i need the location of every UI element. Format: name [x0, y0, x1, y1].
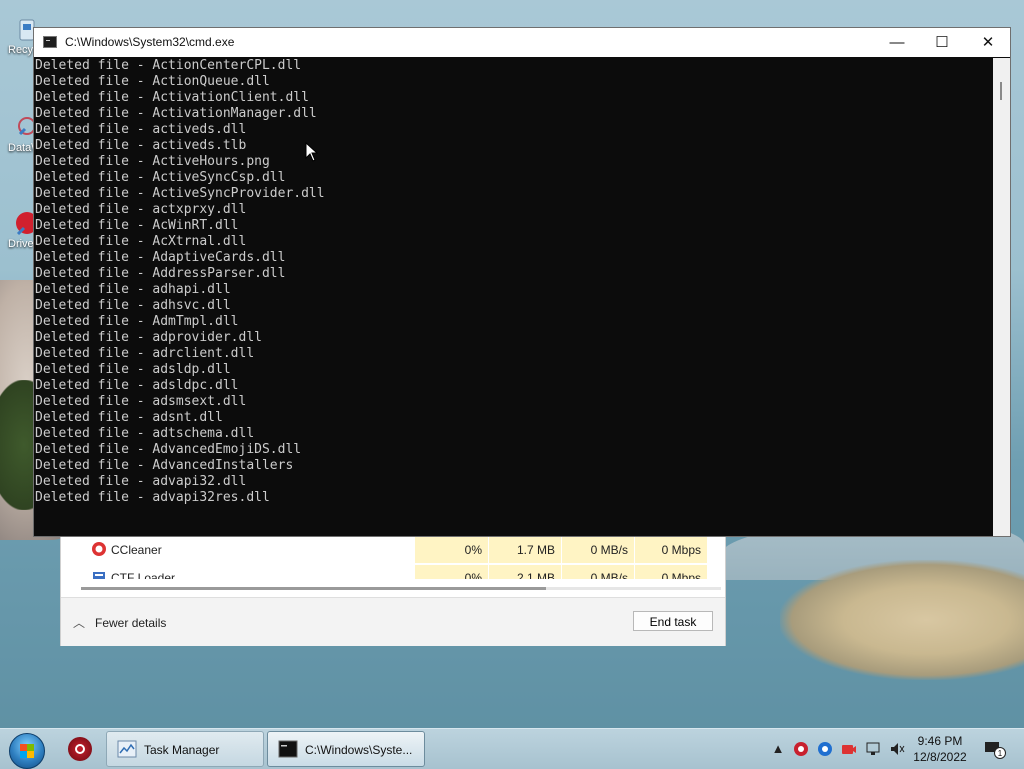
maximize-button[interactable]: ☐ [919, 28, 965, 57]
cpu-cell: 0% [415, 565, 488, 579]
taskbar-button-cmd[interactable]: C:\Windows\Syste... [267, 731, 425, 767]
notification-center-button[interactable]: 1 [984, 741, 1006, 759]
console-line: Deleted file - adhsvc.dll [35, 298, 231, 313]
process-row[interactable]: CCleaner 0% 1.7 MB 0 MB/s 0 Mbps [61, 537, 725, 563]
security-app-icon[interactable] [793, 741, 809, 757]
fewer-details-button[interactable]: ︿ Fewer details [73, 614, 166, 631]
disk-cell: 0 MB/s [562, 565, 634, 579]
clock-time: 9:46 PM [917, 734, 963, 748]
camera-icon[interactable] [841, 741, 857, 757]
console-line: Deleted file - actxprxy.dll [35, 202, 247, 217]
clock[interactable]: 9:46 PM 12/8/2022 [910, 733, 970, 765]
console-line: Deleted file - adrclient.dll [35, 346, 255, 361]
notification-count: 1 [998, 749, 1003, 758]
taskbar-button-label: C:\Windows\Syste... [305, 743, 413, 757]
show-hidden-icons-icon[interactable]: ▲ [770, 741, 786, 757]
console-line: Deleted file - ActiveSyncProvider.dll [35, 186, 325, 201]
console-line: Deleted file - AdmTmpl.dll [35, 314, 239, 329]
cmd-window[interactable]: C:\Windows\System32\cmd.exe — ☐ ✕ Delete… [33, 27, 1011, 537]
console-line: Deleted file - advapi32.dll [35, 474, 247, 489]
network-cell: 0 Mbps [635, 537, 707, 563]
console-line: Deleted file - adsnt.dll [35, 410, 223, 425]
network-icon[interactable] [865, 741, 881, 757]
horizontal-scrollbar[interactable] [81, 587, 721, 590]
memory-cell: 1.7 MB [489, 537, 561, 563]
taskbar: Task Manager C:\Windows\Syste... ▲ 9:46 … [0, 728, 1024, 769]
cpu-cell: 0% [415, 537, 488, 563]
console-line: Deleted file - adprovider.dll [35, 330, 262, 345]
console-line: Deleted file - adsmsext.dll [35, 394, 247, 409]
close-button[interactable]: ✕ [965, 28, 1011, 57]
chat-bubble-icon: 1 [985, 742, 1006, 759]
console-line: Deleted file - activeds.tlb [35, 138, 247, 153]
console-line: Deleted file - adhapi.dll [35, 282, 231, 297]
task-manager-window: CCleaner 0% 1.7 MB 0 MB/s 0 Mbps CTF Loa… [60, 530, 726, 646]
taskbar-button-label: Task Manager [144, 743, 220, 757]
process-row[interactable]: CTF Loader 0% 2.1 MB 0 MB/s 0 Mbps [61, 565, 725, 579]
pinned-app-icon[interactable] [68, 737, 92, 761]
window-title: C:\Windows\System32\cmd.exe [65, 35, 235, 49]
console-line: Deleted file - activeds.dll [35, 122, 247, 137]
console-line: Deleted file - ActiveHours.png [35, 154, 270, 169]
windows-logo-icon [20, 744, 34, 758]
start-button[interactable] [9, 733, 45, 769]
console-line: Deleted file - ActiveSyncCsp.dll [35, 170, 286, 185]
memory-cell: 2.1 MB [489, 565, 561, 579]
cmd-app-icon [43, 36, 57, 48]
fewer-details-label: Fewer details [95, 616, 167, 630]
network-cell: 0 Mbps [635, 565, 707, 579]
task-manager-icon [117, 740, 137, 758]
volume-muted-icon[interactable] [889, 741, 905, 757]
console-line: Deleted file - AdaptiveCards.dll [35, 250, 286, 265]
ctf-loader-icon [93, 572, 105, 579]
console-line: Deleted file - adsldpc.dll [35, 378, 239, 393]
console-line: Deleted file - adsldp.dll [35, 362, 231, 377]
process-name: CCleaner [111, 543, 162, 557]
wallpaper-shore [780, 560, 1024, 680]
console-line: Deleted file - AddressParser.dll [35, 266, 286, 281]
chevron-up-icon: ︿ [73, 616, 86, 630]
clock-date: 12/8/2022 [913, 750, 967, 764]
console-line: Deleted file - ActivationClient.dll [35, 90, 309, 105]
ccleaner-icon [92, 542, 106, 556]
console-line: Deleted file - ActionQueue.dll [35, 74, 270, 89]
disk-cell: 0 MB/s [562, 537, 634, 563]
console-line: Deleted file - ActivationManager.dll [35, 106, 317, 121]
scrollbar-thumb[interactable] [1000, 82, 1002, 100]
minimize-button[interactable]: — [874, 28, 920, 57]
end-task-button[interactable]: End task [633, 611, 713, 631]
process-name: CTF Loader [111, 571, 176, 579]
vertical-scrollbar[interactable] [993, 58, 1010, 536]
mouse-cursor-icon [305, 142, 319, 162]
console-line: Deleted file - advapi32res.dll [35, 490, 270, 505]
console-line: Deleted file - AdvancedInstallers [35, 458, 294, 473]
console-line: Deleted file - AdvancedEmojiDS.dll [35, 442, 302, 457]
task-manager-footer: ︿ Fewer details End task [61, 597, 725, 646]
ccleaner-tray-icon[interactable] [817, 741, 833, 757]
taskbar-button-task-manager[interactable]: Task Manager [106, 731, 264, 767]
console-line: Deleted file - adtschema.dll [35, 426, 255, 441]
system-tray: ▲ 9:46 PM 12/8/2022 1 [770, 729, 1020, 769]
console-output[interactable]: Deleted file - ActionCenterCPL.dll Delete… [35, 58, 995, 536]
scrollbar-thumb[interactable] [81, 587, 546, 590]
console-line: Deleted file - AcXtrnal.dll [35, 234, 247, 249]
console-line: Deleted file - ActionCenterCPL.dll [35, 58, 302, 73]
cmd-icon [278, 740, 298, 758]
console-line: Deleted file - AcWinRT.dll [35, 218, 239, 233]
title-bar[interactable]: C:\Windows\System32\cmd.exe — ☐ ✕ [34, 28, 1010, 57]
